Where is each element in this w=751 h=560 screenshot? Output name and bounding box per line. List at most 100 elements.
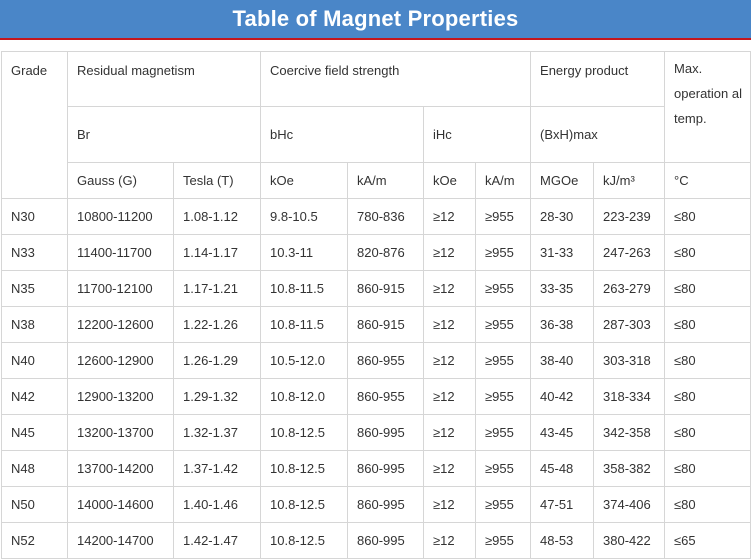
cell-bhmax-kjm3: 342-358 [593, 414, 666, 451]
header-grade: Grade [1, 51, 68, 199]
cell-max-temp: ≤65 [664, 522, 751, 559]
cell-br-tesla: 1.37-1.42 [173, 450, 261, 487]
cell-bhc-kam: 860-995 [347, 450, 424, 487]
header-coercive-field-strength: Coercive field strength [259, 51, 532, 107]
cell-grade: N40 [1, 342, 68, 379]
unit-tesla: Tesla (T) [173, 162, 261, 199]
cell-grade: N35 [1, 270, 68, 307]
cell-ihc-kam: ≥955 [474, 342, 532, 379]
cell-br-tesla: 1.29-1.32 [173, 378, 261, 415]
cell-grade: N30 [1, 198, 68, 235]
cell-bhc-koe: 10.8-11.5 [260, 306, 348, 343]
cell-bhc-koe: 10.3-11 [260, 234, 348, 271]
cell-ihc-koe: ≥12 [423, 450, 476, 487]
cell-bhc-kam: 860-955 [347, 342, 424, 379]
cell-bhc-kam: 860-995 [347, 414, 424, 451]
cell-br-tesla: 1.17-1.21 [173, 270, 261, 307]
header-bhc: bHc [260, 106, 424, 163]
cell-bhc-kam: 780-836 [347, 198, 424, 235]
cell-bhc-koe: 10.8-12.5 [260, 486, 348, 523]
header-max-operation-temp: Max. operation al temp. [664, 51, 751, 163]
cell-bhc-kam: 860-955 [347, 378, 424, 415]
cell-bhmax-kjm3: 358-382 [593, 450, 666, 487]
unit-gauss: Gauss (G) [67, 162, 174, 199]
cell-bhmax-mgoe: 48-53 [530, 522, 595, 559]
header-ihc: iHc [422, 106, 532, 163]
cell-bhc-koe: 10.5-12.0 [260, 342, 348, 379]
table-row: N33 11400-11700 1.14-1.17 10.3-11 820-876 ≥12… [1, 234, 751, 271]
cell-ihc-kam: ≥955 [474, 486, 532, 523]
cell-br-gauss: 11700-12100 [67, 270, 174, 307]
cell-bhmax-mgoe: 38-40 [530, 342, 595, 379]
cell-ihc-koe: ≥12 [423, 522, 476, 559]
cell-max-temp: ≤80 [664, 342, 751, 379]
cell-bhmax-mgoe: 40-42 [530, 378, 595, 415]
cell-max-temp: ≤80 [664, 378, 751, 415]
cell-ihc-kam: ≥955 [474, 198, 532, 235]
cell-bhmax-kjm3: 303-318 [593, 342, 666, 379]
cell-max-temp: ≤80 [664, 306, 751, 343]
cell-br-gauss: 12200-12600 [67, 306, 174, 343]
page-title: Table of Magnet Properties [232, 6, 519, 31]
cell-bhc-koe: 10.8-12.5 [260, 414, 348, 451]
table-row: N30 10800-11200 1.08-1.12 9.8-10.5 780-836 ≥1… [1, 198, 751, 235]
cell-grade: N45 [1, 414, 68, 451]
cell-max-temp: ≤80 [664, 198, 751, 235]
cell-bhc-kam: 860-995 [347, 522, 424, 559]
cell-bhmax-kjm3: 223-239 [593, 198, 666, 235]
cell-bhc-kam: 860-995 [347, 486, 424, 523]
cell-ihc-kam: ≥955 [474, 522, 532, 559]
header-units-row: Gauss (G) Tesla (T) kOe kA/m kOe kA/m MG… [2, 162, 751, 199]
cell-bhc-koe: 9.8-10.5 [260, 198, 348, 235]
cell-bhmax-mgoe: 47-51 [530, 486, 595, 523]
cell-bhmax-kjm3: 380-422 [593, 522, 666, 559]
cell-bhc-kam: 820-876 [347, 234, 424, 271]
cell-bhmax-mgoe: 28-30 [530, 198, 595, 235]
cell-ihc-koe: ≥12 [423, 414, 476, 451]
cell-br-gauss: 12600-12900 [67, 342, 174, 379]
table-row: N40 12600-12900 1.26-1.29 10.5-12.0 860-955 ≥… [1, 342, 751, 379]
cell-br-gauss: 10800-11200 [67, 198, 174, 235]
header-br: Br [67, 106, 261, 163]
cell-bhmax-mgoe: 31-33 [530, 234, 595, 271]
cell-bhmax-kjm3: 263-279 [593, 270, 666, 307]
table-row: N42 12900-13200 1.29-1.32 10.8-12.0 860-955 ≥… [1, 378, 751, 415]
cell-ihc-kam: ≥955 [474, 378, 532, 415]
cell-bhmax-mgoe: 43-45 [530, 414, 595, 451]
header-row-1: Grade Residual magnetism Coercive field … [1, 51, 751, 199]
cell-br-tesla: 1.32-1.37 [173, 414, 261, 451]
cell-bhmax-mgoe: 36-38 [530, 306, 595, 343]
cell-max-temp: ≤80 [664, 414, 751, 451]
cell-ihc-kam: ≥955 [474, 450, 532, 487]
header-row-2: Br bHc iHc (BxH)max [2, 106, 751, 163]
cell-br-gauss: 14000-14600 [67, 486, 174, 523]
cell-ihc-kam: ≥955 [474, 414, 532, 451]
cell-ihc-koe: ≥12 [423, 234, 476, 271]
cell-bhmax-mgoe: 45-48 [530, 450, 595, 487]
cell-grade: N42 [1, 378, 68, 415]
cell-bhc-kam: 860-915 [347, 306, 424, 343]
cell-max-temp: ≤80 [664, 486, 751, 523]
cell-bhmax-kjm3: 287-303 [593, 306, 666, 343]
title-banner: Table of Magnet Properties [0, 0, 751, 40]
unit-celsius: °C [664, 162, 751, 199]
header-residual-magnetism: Residual magnetism [67, 51, 261, 107]
cell-br-tesla: 1.22-1.26 [173, 306, 261, 343]
cell-br-gauss: 14200-14700 [67, 522, 174, 559]
cell-bhc-kam: 860-915 [347, 270, 424, 307]
cell-max-temp: ≤80 [664, 234, 751, 271]
cell-bhc-koe: 10.8-12.0 [260, 378, 348, 415]
cell-ihc-koe: ≥12 [423, 378, 476, 415]
cell-ihc-kam: ≥955 [474, 270, 532, 307]
cell-max-temp: ≤80 [664, 450, 751, 487]
cell-br-tesla: 1.40-1.46 [173, 486, 261, 523]
table-row: N52 14200-14700 1.42-1.47 10.8-12.5 860-995 ≥… [1, 522, 751, 559]
cell-ihc-koe: ≥12 [423, 198, 476, 235]
cell-bhmax-kjm3: 318-334 [593, 378, 666, 415]
cell-br-tesla: 1.14-1.17 [173, 234, 261, 271]
cell-ihc-koe: ≥12 [423, 342, 476, 379]
unit-bhc-koe: kOe [260, 162, 348, 199]
cell-br-tesla: 1.42-1.47 [173, 522, 261, 559]
cell-br-gauss: 12900-13200 [67, 378, 174, 415]
cell-grade: N50 [1, 486, 68, 523]
